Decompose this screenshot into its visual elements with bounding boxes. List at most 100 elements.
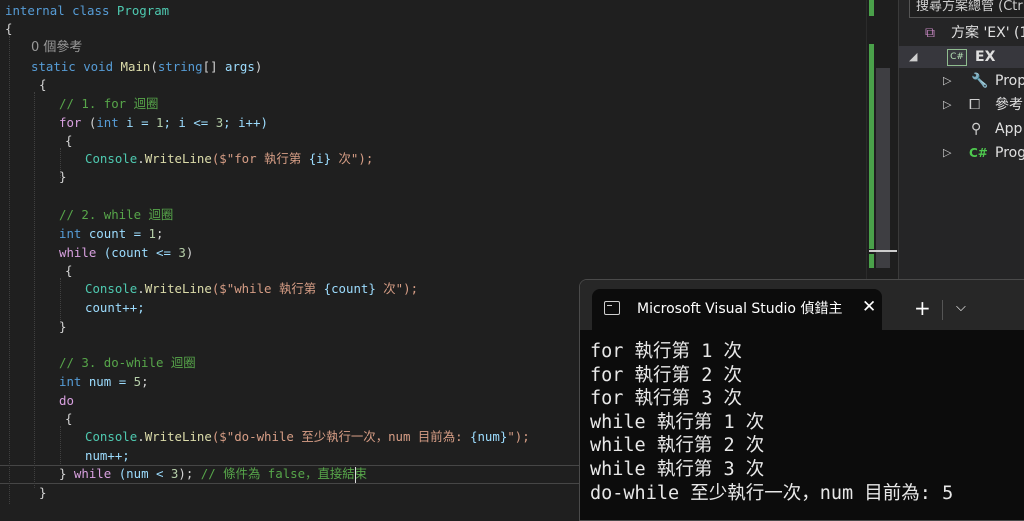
- code-token: }: [59, 319, 67, 334]
- code-token: ;: [141, 374, 149, 389]
- code-token: count++;: [85, 300, 145, 315]
- indent-guide: [34, 92, 35, 488]
- codelens-reference-count[interactable]: 0 個參考: [31, 40, 82, 55]
- terminal-tab[interactable]: Microsoft Visual Studio 偵錯主 ✕: [592, 289, 882, 331]
- new-tab-button[interactable]: +: [914, 298, 931, 318]
- code-token: }: [59, 169, 67, 184]
- tree-item-label: App: [995, 121, 1023, 137]
- code-line: 0 個參考: [31, 38, 82, 56]
- code-token: }: [59, 466, 74, 481]
- code-token: // 3. do-while 迴圈: [59, 355, 196, 370]
- chevron-down-icon[interactable]: ⌵: [956, 298, 966, 318]
- terminal-tab-bar: Microsoft Visual Studio 偵錯主 ✕ + ⌵: [580, 280, 1024, 331]
- solution-search-input[interactable]: 搜尋方案總管 (Ctrl+;): [909, 0, 1024, 18]
- code-token: string: [157, 59, 203, 74]
- code-token: // 條件為 false，直接結束: [200, 466, 368, 481]
- output-line: while 執行第 3 次: [590, 459, 765, 480]
- indent-guide: [60, 426, 61, 464]
- code-line: for (int i = 1; i <= 3; i++): [59, 114, 268, 132]
- code-token: ; i <=: [163, 115, 216, 130]
- code-token: );: [178, 466, 201, 481]
- output-line: do-while 至少執行一次，num 目前為: 5: [590, 482, 954, 504]
- code-token: {: [39, 77, 47, 92]
- code-token: count =: [81, 226, 149, 241]
- tree-item-appconfig[interactable]: ⚲ App: [899, 118, 1024, 140]
- close-icon[interactable]: ✕: [862, 297, 876, 317]
- code-line: Console.WriteLine($"while 執行第 {count} 次"…: [85, 280, 418, 298]
- code-token: int: [96, 115, 119, 130]
- code-token: (: [81, 115, 97, 130]
- tree-item-properties[interactable]: ▷ 🔧 Prop: [899, 70, 1024, 92]
- code-token: args: [225, 59, 255, 74]
- chevron-right-icon[interactable]: ▷: [943, 94, 951, 116]
- code-line: // 1. for 迴圈: [59, 95, 158, 113]
- chevron-down-icon[interactable]: ◢: [909, 46, 917, 68]
- code-token: .: [137, 151, 145, 166]
- code-token: WriteLine: [144, 151, 212, 166]
- code-line: }: [39, 484, 46, 502]
- code-token: 5: [133, 374, 142, 389]
- code-token: ; i++): [223, 115, 268, 130]
- code-token: for: [59, 115, 82, 130]
- code-line: Console.WriteLine($"for 執行第 {i} 次");: [85, 150, 373, 168]
- wrench-icon: 🔧: [971, 73, 989, 89]
- change-marker: [869, 254, 874, 268]
- code-token: ): [254, 59, 263, 74]
- code-line: {: [39, 76, 46, 94]
- caret-position-marker: [869, 250, 897, 252]
- console-icon: [604, 301, 620, 315]
- tree-item-label: Prop: [995, 73, 1024, 89]
- code-line: {: [5, 20, 12, 38]
- code-line: count++;: [85, 299, 145, 317]
- tree-item-solution[interactable]: ⧉ 方案 'EX' (1: [899, 22, 1024, 44]
- code-token: Main: [120, 59, 151, 74]
- code-line: while (count <= 3): [59, 244, 193, 262]
- code-line: static void Main(string[] args): [31, 58, 262, 76]
- divider: [942, 300, 943, 320]
- code-token: 1: [148, 226, 156, 241]
- code-token: ($"do-while 至少執行一次，num 目前為:: [211, 429, 471, 444]
- code-line: num++;: [85, 447, 130, 465]
- code-token: ($"while 執行第: [211, 281, 324, 296]
- output-line: for 執行第 1 次: [590, 341, 742, 362]
- code-token: // 2. while 迴圈: [59, 207, 174, 222]
- output-line: while 執行第 2 次: [590, 435, 765, 457]
- tree-item-program[interactable]: ▷ C# Prog: [899, 142, 1024, 164]
- code-token: ");: [507, 429, 530, 444]
- code-token: []: [202, 59, 225, 74]
- code-token: static void: [31, 59, 121, 74]
- code-token: do: [59, 393, 74, 408]
- code-token: Console: [85, 429, 138, 444]
- code-line: }: [59, 168, 66, 186]
- code-line: do: [59, 392, 74, 410]
- change-marker: [869, 0, 874, 16]
- references-icon: ⧠: [969, 97, 981, 113]
- code-line: {: [65, 262, 72, 280]
- code-token: Console: [85, 281, 138, 296]
- code-token: {i}: [308, 151, 332, 166]
- chevron-right-icon[interactable]: ▷: [943, 70, 951, 92]
- code-token: Program: [116, 3, 170, 18]
- tree-item-project[interactable]: ◢ C# EX: [899, 46, 1024, 68]
- code-token: WriteLine: [144, 429, 212, 444]
- solution-icon: ⧉: [925, 25, 935, 41]
- change-marker: [869, 44, 874, 249]
- code-token: internal class: [5, 3, 117, 18]
- code-token: WriteLine: [144, 281, 212, 296]
- code-token: num =: [81, 374, 134, 389]
- tree-item-references[interactable]: ▷ ⧠ 參考: [899, 94, 1024, 116]
- project-label: EX: [975, 49, 996, 65]
- text-cursor: [355, 467, 356, 483]
- scrollbar-thumb[interactable]: [876, 68, 890, 268]
- code-token: ;: [156, 226, 164, 241]
- code-line: // 3. do-while 迴圈: [59, 354, 196, 372]
- csharp-project-icon: C#: [947, 49, 967, 66]
- output-line: for 執行第 3 次: [590, 388, 742, 410]
- code-token: while: [73, 466, 112, 481]
- chevron-right-icon[interactable]: ▷: [943, 142, 951, 164]
- tree-item-label: 參考: [995, 97, 1023, 113]
- output-line: while 執行第 1 次: [590, 411, 765, 433]
- code-token: ): [185, 245, 194, 260]
- debug-console-window[interactable]: Microsoft Visual Studio 偵錯主 ✕ + ⌵ for 執行…: [579, 279, 1024, 521]
- code-token: 3: [178, 245, 186, 260]
